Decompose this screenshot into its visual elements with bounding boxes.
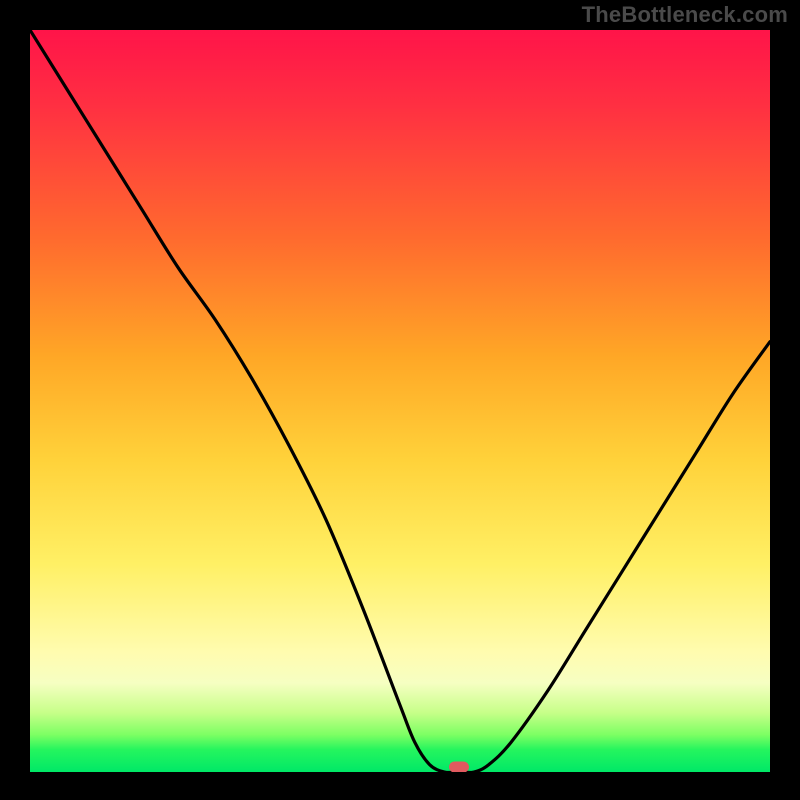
chart-frame: TheBottleneck.com bbox=[0, 0, 800, 800]
plot-area bbox=[30, 30, 770, 772]
optimal-point-marker bbox=[449, 761, 469, 772]
watermark-text: TheBottleneck.com bbox=[582, 2, 788, 28]
bottleneck-curve bbox=[30, 30, 770, 772]
